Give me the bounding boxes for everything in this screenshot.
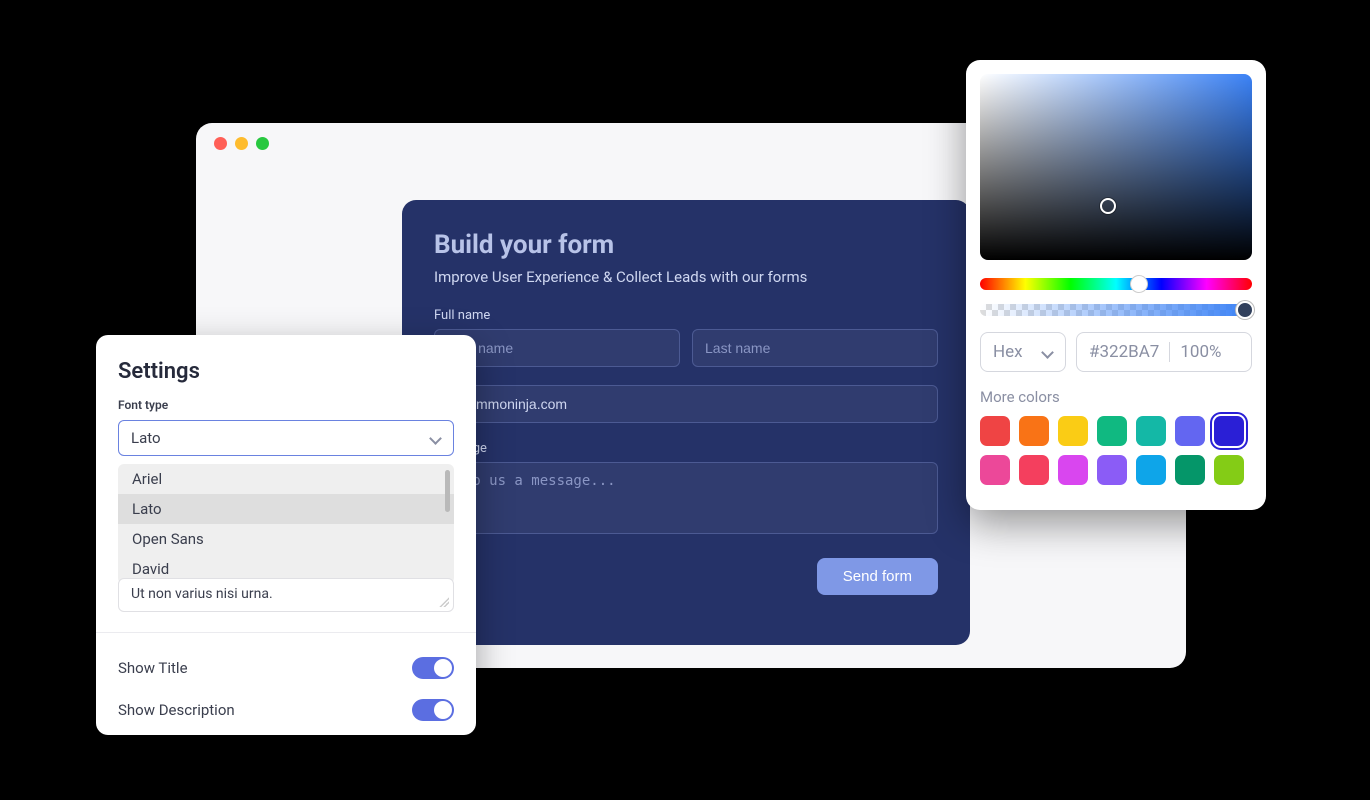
color-swatch[interactable] — [980, 416, 1010, 446]
saturation-cursor-icon[interactable] — [1100, 198, 1116, 214]
color-swatch[interactable] — [1136, 416, 1166, 446]
show-description-label: Show Description — [118, 701, 235, 719]
settings-divider — [96, 632, 476, 633]
email-input[interactable] — [434, 385, 938, 423]
last-name-input[interactable] — [692, 329, 938, 367]
color-value-field[interactable]: #322BA7 100% — [1076, 332, 1252, 372]
color-swatch[interactable] — [1175, 455, 1205, 485]
window-close-icon[interactable] — [214, 137, 227, 150]
font-type-selected-value: Lato — [131, 429, 161, 447]
show-title-toggle[interactable] — [412, 657, 454, 679]
chevron-down-icon — [429, 432, 441, 444]
font-type-select[interactable]: Lato — [118, 420, 454, 456]
color-swatch[interactable] — [1175, 416, 1205, 446]
color-saturation-area[interactable] — [980, 74, 1252, 260]
color-swatch[interactable] — [1097, 416, 1127, 446]
color-format-select[interactable]: Hex — [980, 332, 1066, 372]
color-swatch[interactable] — [1214, 455, 1244, 485]
more-colors-label: More colors — [980, 388, 1252, 406]
dropdown-scrollbar[interactable] — [445, 470, 450, 512]
hue-thumb[interactable] — [1130, 275, 1148, 293]
window-minimize-icon[interactable] — [235, 137, 248, 150]
send-form-button[interactable]: Send form — [817, 558, 938, 595]
chevron-down-icon — [1041, 346, 1053, 358]
show-description-toggle[interactable] — [412, 699, 454, 721]
alpha-slider[interactable] — [980, 304, 1252, 316]
alpha-thumb[interactable] — [1236, 301, 1254, 319]
full-name-label: Full name — [434, 308, 938, 323]
hex-value: #322BA7 — [1089, 342, 1159, 362]
color-swatch[interactable] — [1214, 416, 1244, 446]
color-swatch[interactable] — [1019, 416, 1049, 446]
font-type-dropdown: Ariel Lato Open Sans David — [118, 464, 454, 584]
font-type-label: Font type — [118, 398, 454, 412]
value-divider — [1169, 342, 1170, 362]
form-subtitle: Improve User Experience & Collect Leads … — [434, 268, 938, 286]
message-label: Message — [434, 441, 938, 456]
hue-slider[interactable] — [980, 278, 1252, 290]
opacity-value: 100% — [1180, 342, 1221, 362]
settings-panel: Settings Font type Lato Ariel Lato Open … — [96, 335, 476, 735]
swatch-grid — [980, 416, 1252, 485]
color-swatch[interactable] — [980, 455, 1010, 485]
color-swatch[interactable] — [1058, 416, 1088, 446]
form-title: Build your form — [434, 230, 938, 260]
color-swatch[interactable] — [1019, 455, 1049, 485]
font-option-ariel[interactable]: Ariel — [118, 464, 454, 494]
settings-title: Settings — [118, 359, 454, 384]
settings-textarea[interactable]: Ut non varius nisi urna. — [118, 578, 454, 612]
window-maximize-icon[interactable] — [256, 137, 269, 150]
font-option-open-sans[interactable]: Open Sans — [118, 524, 454, 554]
color-swatch[interactable] — [1136, 455, 1166, 485]
color-swatch[interactable] — [1058, 455, 1088, 485]
color-swatch[interactable] — [1097, 455, 1127, 485]
color-picker-panel: Hex #322BA7 100% More colors — [966, 60, 1266, 510]
form-card: Build your form Improve User Experience … — [402, 200, 970, 645]
font-option-lato[interactable]: Lato — [118, 494, 454, 524]
color-format-value: Hex — [993, 342, 1023, 362]
show-title-label: Show Title — [118, 659, 188, 677]
message-textarea[interactable] — [434, 462, 938, 534]
